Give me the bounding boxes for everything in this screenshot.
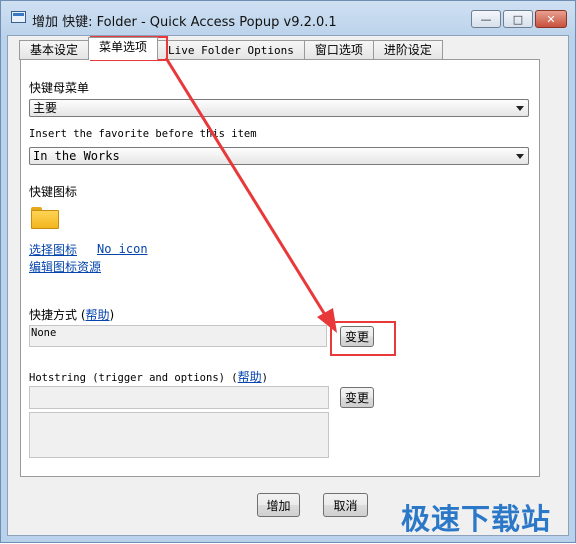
- tab-live-folder-options[interactable]: Live Folder Options: [157, 40, 305, 60]
- shortcut-label: 快捷方式 (帮助): [29, 308, 115, 322]
- hotstring-options-display: [29, 412, 329, 458]
- insert-before-label: Insert the favorite before this item: [29, 128, 257, 140]
- add-button[interactable]: 增加: [257, 493, 300, 517]
- tab-strip: 基本设定 菜单选项 Live Folder Options 窗口选项 进阶设定: [19, 37, 443, 60]
- cancel-button[interactable]: 取消: [323, 493, 368, 517]
- annotation-highlight-change-button: [330, 321, 396, 356]
- tab-menu-options[interactable]: 菜单选项: [88, 37, 159, 60]
- chevron-down-icon: [516, 154, 524, 159]
- change-hotstring-button[interactable]: 变更: [340, 387, 374, 408]
- insert-before-value: In the Works: [33, 149, 120, 163]
- no-icon-link[interactable]: No icon: [97, 242, 148, 256]
- minimize-button[interactable]: —: [471, 10, 501, 28]
- app-window-icon: [11, 11, 26, 23]
- title-bar[interactable]: 增加 快键: Folder - Quick Access Popup v9.2.…: [1, 1, 575, 35]
- tab-window-options[interactable]: 窗口选项: [303, 40, 374, 60]
- watermark-logo: 极速下载站: [401, 502, 552, 536]
- window-title: 增加 快键: Folder - Quick Access Popup v9.2.…: [32, 15, 337, 30]
- shortcut-display: None: [29, 325, 327, 347]
- tab-basic-settings[interactable]: 基本设定: [19, 40, 90, 60]
- tab-advanced-settings[interactable]: 进阶设定: [372, 40, 443, 60]
- dialog-window: 增加 快键: Folder - Quick Access Popup v9.2.…: [0, 0, 576, 543]
- hotstring-label: Hotstring (trigger and options) (帮助): [29, 370, 268, 384]
- parent-menu-select[interactable]: 主要: [29, 99, 529, 117]
- parent-menu-label: 快键母菜单: [29, 81, 90, 95]
- select-icon-link[interactable]: 选择图标: [29, 241, 77, 258]
- favorite-icon-label: 快键图标: [29, 185, 78, 199]
- maximize-button[interactable]: □: [503, 10, 533, 28]
- close-button[interactable]: ✕: [535, 10, 567, 28]
- parent-menu-value: 主要: [33, 101, 58, 115]
- folder-icon: [31, 207, 59, 229]
- hotstring-help-link[interactable]: 帮助: [238, 370, 262, 384]
- shortcut-help-link[interactable]: 帮助: [86, 308, 110, 322]
- hotstring-display: [29, 386, 329, 409]
- insert-before-select[interactable]: In the Works: [29, 147, 529, 165]
- shortcut-value: None: [31, 327, 57, 339]
- chevron-down-icon: [516, 106, 524, 111]
- edit-icon-resource-link[interactable]: 编辑图标资源: [29, 258, 101, 275]
